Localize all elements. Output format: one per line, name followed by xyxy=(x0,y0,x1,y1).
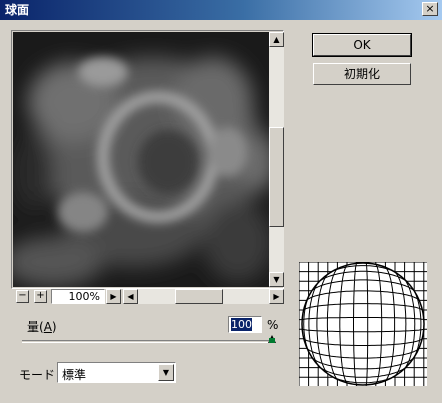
window-title: 球面 xyxy=(5,3,30,17)
preview-horizontal-scrollbar[interactable]: ◀ ▶ xyxy=(123,289,284,304)
amount-mnemonic: A xyxy=(43,320,52,334)
ok-button[interactable]: OK xyxy=(312,33,412,57)
scroll-up-button[interactable]: ▲ xyxy=(269,32,284,47)
sphere-distortion-preview xyxy=(298,261,427,387)
scroll-left-button[interactable]: ◀ xyxy=(123,289,138,304)
mode-select-value: 標準 xyxy=(62,368,87,382)
vertical-scroll-thumb[interactable] xyxy=(269,127,284,227)
arrow-right-icon: ▶ xyxy=(273,291,280,301)
reset-button[interactable]: 初期化 xyxy=(313,63,411,85)
zoom-out-button[interactable]: − xyxy=(16,290,29,303)
arrow-up-icon: ▲ xyxy=(273,34,280,44)
horizontal-scroll-thumb[interactable] xyxy=(175,289,223,304)
amount-label-end: ) xyxy=(51,320,57,334)
sphere-grid-icon xyxy=(298,261,427,387)
clouds-preview-graphic xyxy=(13,32,269,287)
scroll-right-button[interactable]: ▶ xyxy=(269,289,284,304)
mode-select[interactable]: 標準 ▼ xyxy=(57,362,176,383)
scroll-down-button[interactable]: ▼ xyxy=(269,272,284,287)
amount-input[interactable]: 100 xyxy=(228,316,262,333)
zoom-bar: − + 100% ▶ ◀ ▶ xyxy=(13,289,284,304)
zoom-in-button[interactable]: + xyxy=(34,290,47,303)
zoom-menu-button[interactable]: ▶ xyxy=(106,289,121,304)
preview-image[interactable] xyxy=(13,32,269,287)
mode-label: モード xyxy=(19,368,56,382)
arrow-left-icon: ◀ xyxy=(127,291,134,301)
amount-slider-thumb-fill xyxy=(269,338,275,343)
arrow-down-icon: ▼ xyxy=(273,274,280,284)
amount-slider-track[interactable] xyxy=(22,340,275,343)
preview-vertical-scrollbar[interactable]: ▲ ▼ xyxy=(269,32,284,287)
amount-label: 量(A) xyxy=(27,318,57,335)
dropdown-arrow-icon[interactable]: ▼ xyxy=(158,364,174,381)
zoom-level-field[interactable]: 100% xyxy=(51,289,105,304)
amount-label-text: 量( xyxy=(27,320,44,334)
close-button[interactable]: × xyxy=(422,2,438,16)
title-bar: 球面 × xyxy=(0,0,442,20)
amount-unit: % xyxy=(267,318,279,332)
sphere-grid-lines xyxy=(298,261,427,387)
amount-value: 100 xyxy=(231,318,252,331)
arrow-right-icon: ▶ xyxy=(110,291,117,301)
